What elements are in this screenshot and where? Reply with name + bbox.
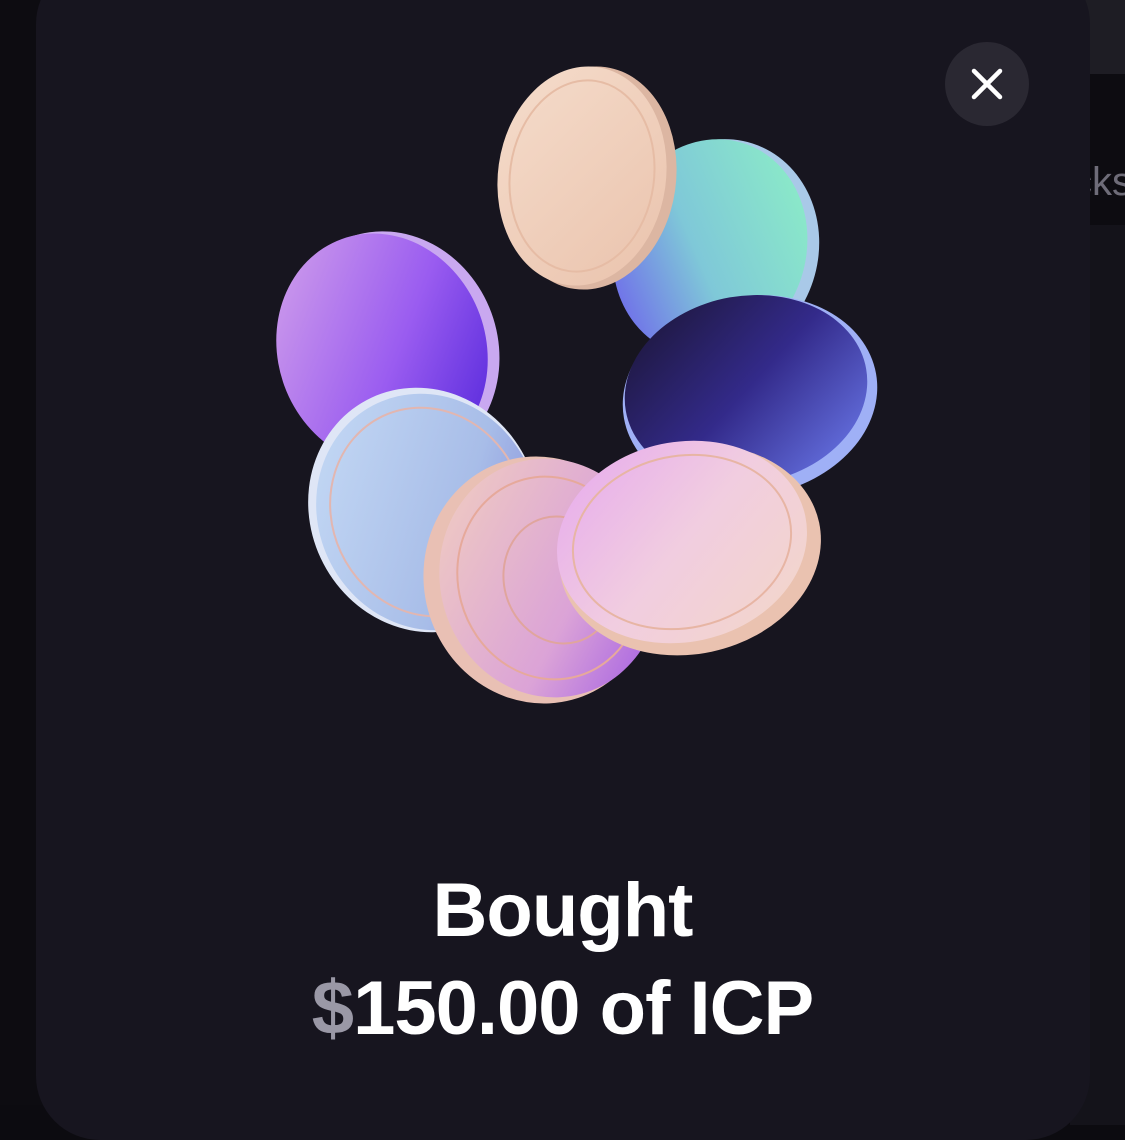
- headline-title: Bought: [432, 868, 694, 953]
- amount-text: 150.00 of ICP: [353, 966, 814, 1051]
- currency-symbol: $: [311, 966, 354, 1051]
- close-button[interactable]: [945, 42, 1029, 126]
- headline-amount-line: $150.00 of ICP: [0, 960, 1125, 1058]
- close-icon: [971, 68, 1003, 100]
- coins-illustration: [276, 66, 878, 704]
- purchase-confirmation-text: Bought $150.00 of ICP: [0, 862, 1125, 1058]
